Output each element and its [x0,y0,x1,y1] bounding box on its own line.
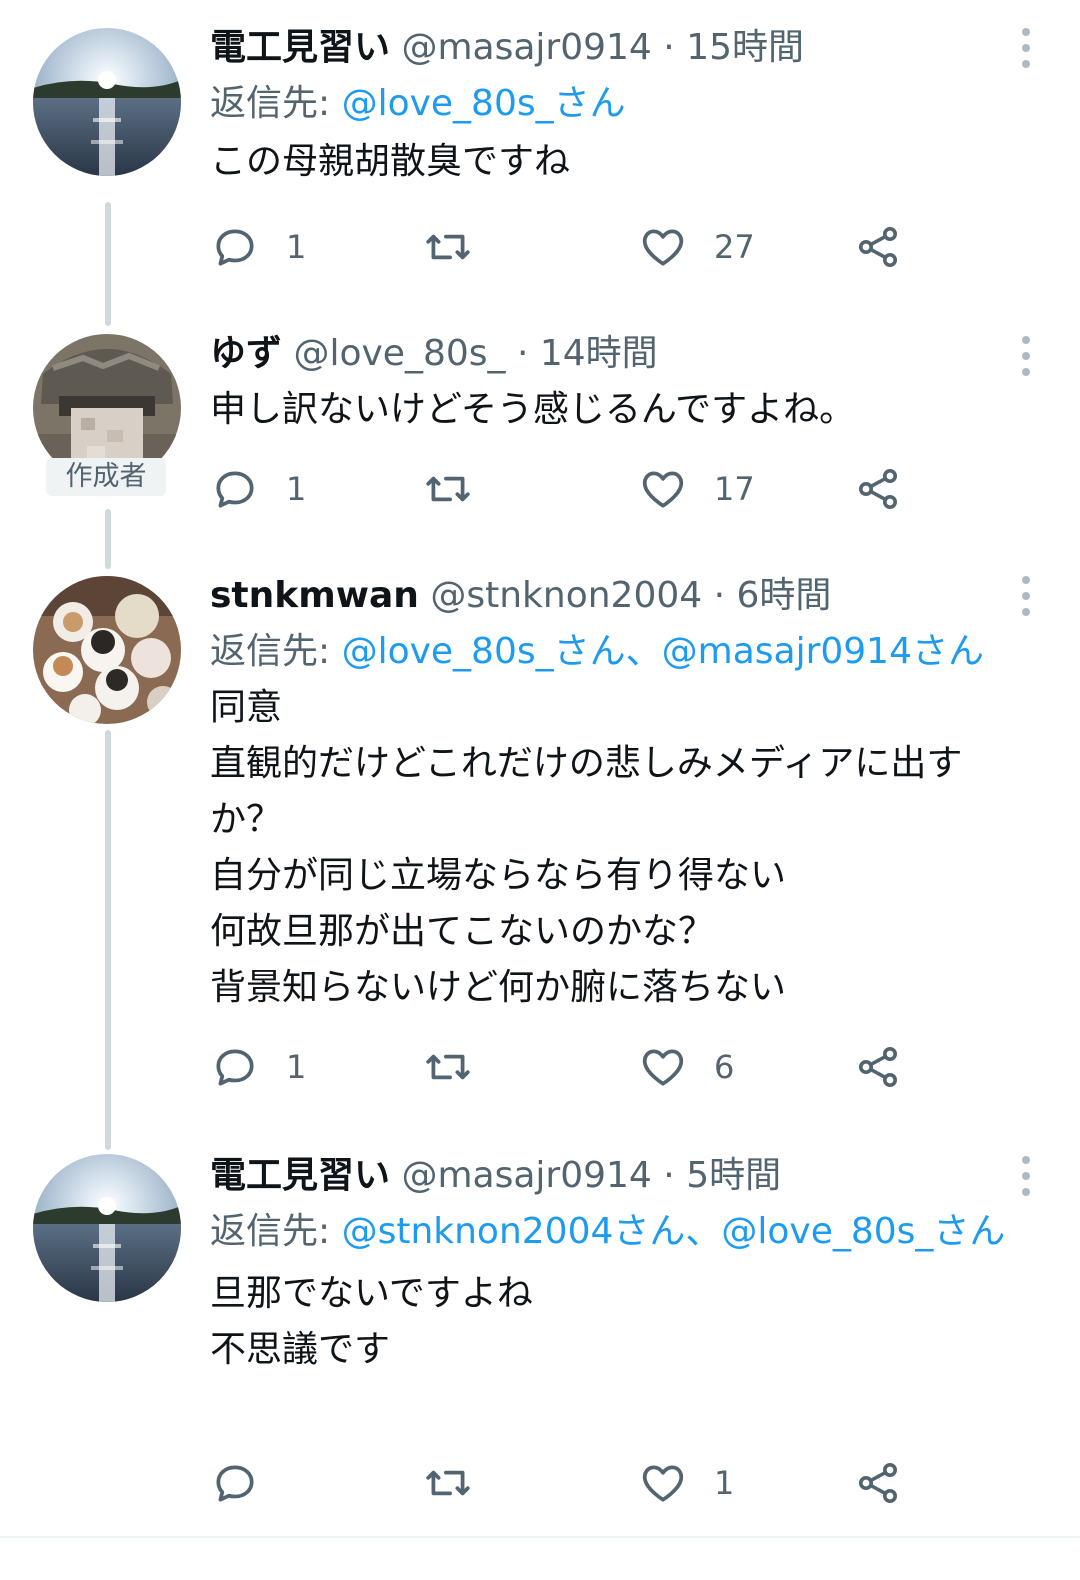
more-options-icon[interactable] [1016,576,1036,616]
separator-dot: · [663,27,675,68]
reply-mention-link[interactable]: @love_80s_さん、@masajr0914さん [342,631,984,672]
share-button[interactable] [854,464,902,514]
tweet[interactable]: 電工見習い @masajr0914 · 5時間 返信先: @stnknon200… [0,1140,1080,1536]
heart-outline-icon [642,1465,684,1502]
retweet-button[interactable] [422,1458,500,1508]
lake-sunset-avatar-image [33,28,181,176]
reply-button[interactable]: 1 [210,1042,306,1092]
tweet[interactable]: stnkmwan @stnknon2004 · 6時間 返信先: @love_8… [0,560,1080,1140]
display-name[interactable]: ゆず [210,333,282,374]
retweet-arrows-icon [426,234,470,260]
reply-thread: 電工見習い @masajr0914 · 15時間 返信先: @love_80s_… [0,0,1080,1580]
reply-to-label: 返信先: [210,83,342,124]
retweet-arrows-icon [426,1054,470,1080]
reply-mention-link[interactable]: @stnknon2004さん、@love_80s_さん [342,1211,1006,1252]
tweet-text: 同意 直観的だけどこれだけの悲しみメディアに出すか？ 自分が同じ立場ならなら有り… [210,687,963,1008]
more-options-icon[interactable] [1016,1156,1036,1196]
tweet-header: 電工見習い @masajr0914 · 15時間 [210,20,1020,76]
display-name[interactable]: stnkmwan [210,575,419,616]
reply-mention-link[interactable]: @love_80s_さん [342,83,626,124]
heart-outline-icon [642,1049,684,1086]
separator-dot: · [516,333,529,374]
display-name[interactable]: 電工見習い [210,1155,390,1196]
speech-bubble-icon [216,229,254,266]
share-nodes-icon [859,1463,897,1503]
author-badge: 作成者 [46,458,166,496]
tweet[interactable]: 作成者 ゆず @love_80s_ · 14時間 申し訳ないけどそう感じるんです… [0,320,1080,560]
reply-to-line: 返信先: @love_80s_さん [210,76,1020,132]
like-count: 27 [714,228,755,266]
timestamp[interactable]: 5時間 [686,1155,781,1196]
share-button[interactable] [854,1042,902,1092]
reply-button[interactable]: 1 [210,222,306,272]
timestamp[interactable]: 15時間 [686,27,804,68]
reply-count: 1 [286,1048,307,1086]
share-nodes-icon [859,227,897,267]
retweet-arrows-icon [426,476,470,502]
avatar[interactable] [33,1154,181,1302]
separator-dot: · [713,575,726,616]
plush-dogs-avatar-image [33,576,181,724]
reply-to-label: 返信先: [210,631,342,672]
avatar[interactable] [33,28,181,176]
reply-count: 1 [286,470,307,508]
user-handle[interactable]: @masajr0914 [401,1155,651,1196]
retweet-button[interactable] [422,464,500,514]
share-button[interactable] [854,1458,902,1508]
speech-bubble-icon [216,1049,254,1086]
speech-bubble-icon [216,471,254,508]
tweet[interactable]: 電工見習い @masajr0914 · 15時間 返信先: @love_80s_… [0,0,1080,320]
share-button[interactable] [854,222,902,272]
lake-sunset-avatar-image [33,1154,181,1302]
like-count: 6 [714,1048,735,1086]
tweet-header: ゆず @love_80s_ · 14時間 [210,326,1020,382]
tweet-text: この母親胡散臭ですね [210,141,571,182]
like-button[interactable]: 6 [638,1042,734,1092]
retweet-button[interactable] [422,1042,500,1092]
tweet-header: 電工見習い @masajr0914 · 5時間 [210,1148,1020,1204]
reply-button[interactable] [210,1458,286,1508]
separator-dot: · [663,1155,675,1196]
like-count: 1 [714,1464,735,1502]
timestamp[interactable]: 14時間 [540,333,658,374]
user-handle[interactable]: @love_80s_ [293,333,505,374]
user-handle[interactable]: @masajr0914 [401,27,651,68]
retweet-arrows-icon [426,1470,470,1496]
more-options-icon[interactable] [1016,28,1036,68]
retweet-button[interactable] [422,222,500,272]
reply-to-line: 返信先: @stnknon2004さん、@love_80s_さん [210,1204,1020,1260]
heart-outline-icon [642,229,684,266]
avatar[interactable] [33,576,181,724]
tweet-header: stnkmwan @stnknon2004 · 6時間 [210,568,1020,624]
reply-count: 1 [286,228,307,266]
reply-to-label: 返信先: [210,1211,342,1252]
tweet-actions: 1 17 [210,464,930,514]
tweet-actions: 1 27 [210,222,930,272]
reply-button[interactable]: 1 [210,464,306,514]
share-nodes-icon [859,469,897,509]
like-button[interactable]: 1 [638,1458,734,1508]
speech-bubble-icon [216,1465,254,1502]
tweet-actions: 1 [210,1458,930,1508]
tweet-actions: 1 6 [210,1042,930,1092]
share-nodes-icon [859,1047,897,1087]
tweet-text: 申し訳ないけどそう感じるんですよね。 [210,389,856,430]
heart-outline-icon [642,471,684,508]
more-options-icon[interactable] [1016,336,1036,376]
like-button[interactable]: 27 [638,222,755,272]
like-count: 17 [714,470,755,508]
timestamp[interactable]: 6時間 [737,575,832,616]
tweet-text: 旦那でないですよね 不思議です [210,1273,533,1370]
like-button[interactable]: 17 [638,464,755,514]
divider [0,1536,1080,1538]
user-handle[interactable]: @stnknon2004 [430,575,702,616]
display-name[interactable]: 電工見習い [210,27,390,68]
reply-to-line: 返信先: @love_80s_さん、@masajr0914さん [210,624,1020,680]
